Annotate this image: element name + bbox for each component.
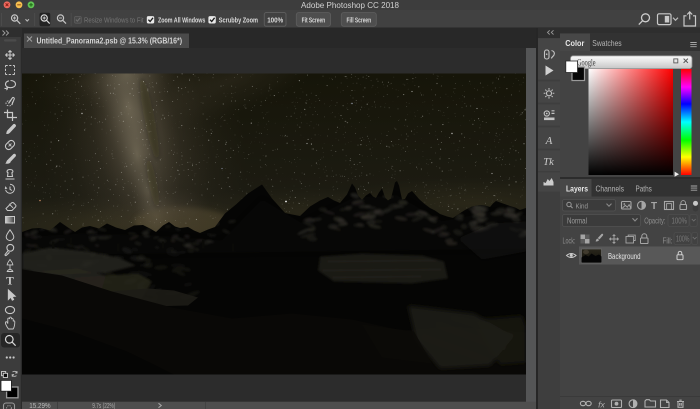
svg-text:Normal: Normal: [567, 216, 587, 225]
svg-text:Swatches: Swatches: [592, 38, 621, 48]
svg-text:Google: Google: [577, 57, 596, 67]
svg-text:Fill:: Fill:: [663, 236, 673, 245]
svg-text:Resize Windows to Fit: Resize Windows to Fit: [84, 15, 144, 24]
svg-text:9.7s (22%): 9.7s (22%): [92, 403, 115, 409]
svg-text:Scrubby Zoom: Scrubby Zoom: [219, 15, 258, 24]
svg-text:15.29%: 15.29%: [29, 403, 50, 409]
svg-text:Channels: Channels: [596, 183, 625, 193]
svg-text:Kind: Kind: [576, 201, 589, 210]
svg-text:Lock:: Lock:: [563, 236, 576, 245]
svg-text:Fit Screen: Fit Screen: [302, 15, 326, 24]
svg-text:100%: 100%: [672, 216, 688, 225]
svg-text:Layers: Layers: [566, 183, 588, 193]
svg-text:Adobe Photoshop CC 2018: Adobe Photoshop CC 2018: [301, 0, 399, 10]
svg-text:Fill Screen: Fill Screen: [347, 15, 372, 24]
svg-text:Color: Color: [565, 38, 585, 48]
svg-text:fx: fx: [598, 399, 605, 409]
svg-text:100%: 100%: [676, 234, 690, 243]
svg-text:Opacity:: Opacity:: [644, 216, 665, 225]
svg-text:Paths: Paths: [636, 183, 652, 193]
svg-text:A: A: [545, 135, 553, 147]
svg-text:T: T: [651, 201, 657, 212]
svg-text:100%: 100%: [267, 15, 283, 24]
svg-text:Tk: Tk: [543, 157, 554, 168]
svg-text:Background: Background: [608, 252, 641, 261]
svg-text:Zoom All Windows: Zoom All Windows: [158, 15, 205, 24]
svg-text:T: T: [6, 276, 14, 288]
svg-text:Untitled_Panorama2.psb @ 15.3%: Untitled_Panorama2.psb @ 15.3% (RGB/16*): [37, 35, 183, 45]
